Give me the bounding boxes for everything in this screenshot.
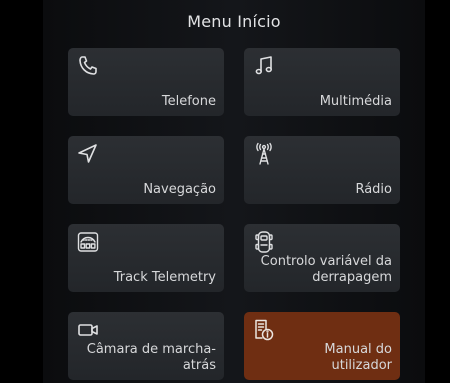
radio-antenna-icon — [252, 142, 276, 166]
tile-label: Telefone — [161, 94, 216, 109]
camera-icon — [76, 318, 100, 342]
tile-label: Controlo variável da derrapagem — [260, 254, 392, 285]
page-title: Menu Início — [187, 12, 281, 31]
phone-icon — [76, 54, 100, 78]
tile-label: Manual do utilizador — [324, 342, 392, 373]
tile-track-telemetry[interactable]: Track Telemetry — [68, 224, 224, 292]
manual-info-icon — [252, 318, 276, 342]
tile-reverse-camera[interactable]: Câmara de marcha-atrás — [68, 312, 224, 380]
tile-radio[interactable]: Rádio — [244, 136, 400, 204]
tile-label: Multimédia — [319, 94, 392, 109]
tile-label: Câmara de marcha-atrás — [86, 342, 216, 373]
drift-control-icon — [252, 230, 276, 254]
tile-navegacao[interactable]: Navegação — [68, 136, 224, 204]
tile-label: Rádio — [355, 182, 392, 197]
telemetry-gauge-icon — [76, 230, 100, 254]
tile-user-manual[interactable]: Manual do utilizador — [244, 312, 400, 380]
tile-label: Navegação — [143, 182, 216, 197]
tile-multimedia[interactable]: Multimédia — [244, 48, 400, 116]
tile-drift-control[interactable]: Controlo variável da derrapagem — [244, 224, 400, 292]
navigation-arrow-icon — [76, 142, 100, 166]
tile-label: Track Telemetry — [113, 270, 216, 285]
tile-telefone[interactable]: Telefone — [68, 48, 224, 116]
music-note-icon — [252, 54, 276, 78]
